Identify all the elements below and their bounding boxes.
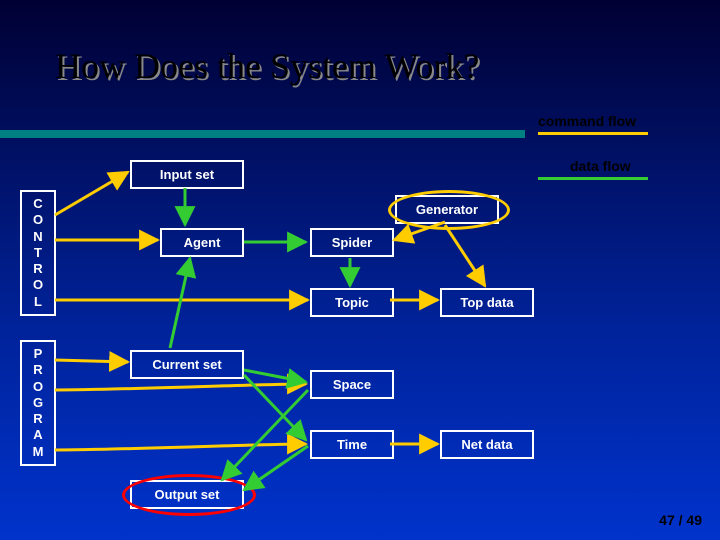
node-current-set: Current set	[130, 350, 244, 379]
oval-generator	[388, 190, 510, 230]
legend-command-line	[538, 132, 648, 135]
page-title: How Does the System Work?	[55, 45, 479, 87]
legend-data-label: data flow	[570, 158, 631, 174]
legend-command-label: command flow	[538, 113, 636, 129]
node-space: Space	[310, 370, 394, 399]
node-input-set: Input set	[130, 160, 244, 189]
node-topic: Topic	[310, 288, 394, 317]
node-top-data: Top data	[440, 288, 534, 317]
title-rule	[0, 130, 525, 138]
node-spider: Spider	[310, 228, 394, 257]
sidebar-program: P R O G R A M	[20, 340, 56, 466]
node-time: Time	[310, 430, 394, 459]
legend-data-line	[538, 177, 648, 180]
sidebar-control: C O N T R O L	[20, 190, 56, 316]
oval-output	[122, 474, 256, 516]
node-agent: Agent	[160, 228, 244, 257]
node-net-data: Net data	[440, 430, 534, 459]
page-number: 47 / 49	[659, 512, 702, 528]
